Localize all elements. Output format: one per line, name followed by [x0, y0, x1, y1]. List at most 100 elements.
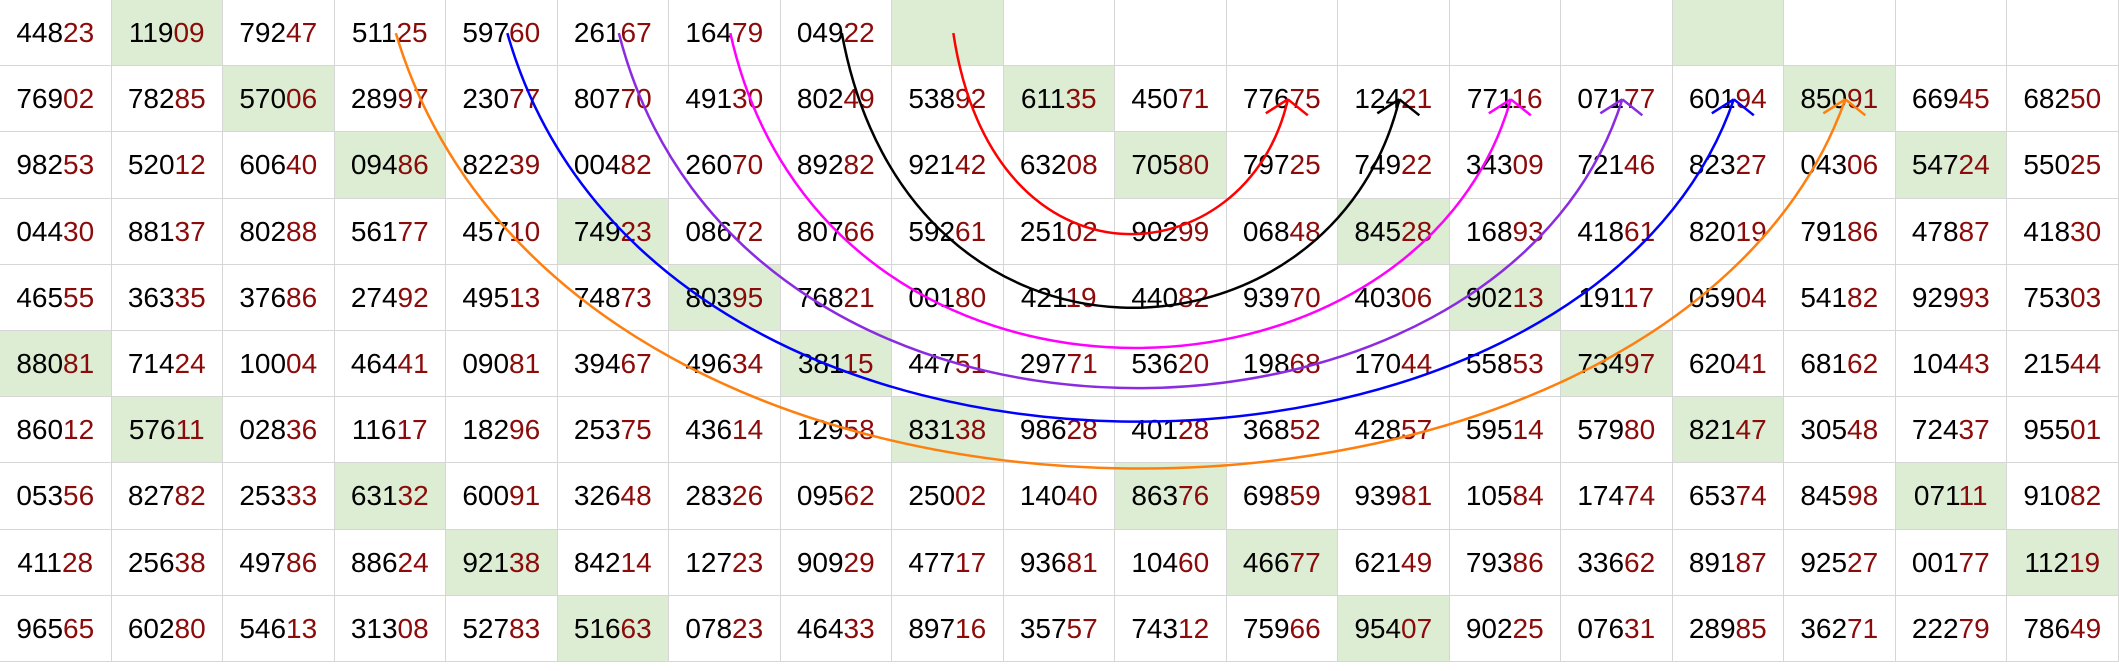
cell-suffix: 41 [397, 348, 429, 379]
cell-prefix: 043 [1800, 149, 1848, 181]
grid-cell: 82239 [446, 132, 558, 199]
cell-prefix: 105 [1465, 480, 1513, 512]
cell-prefix: 705 [1131, 149, 1179, 181]
grid-cell: 56177 [334, 198, 446, 265]
grid-cell [1003, 0, 1115, 67]
cell-suffix: 71 [1847, 612, 1879, 644]
cell-prefix: 215 [2023, 348, 2071, 379]
cell-prefix: 403 [1354, 281, 1402, 313]
grid-cell: 10004 [223, 331, 335, 398]
cell-prefix: 600 [462, 480, 510, 512]
grid-cell: 68162 [1784, 331, 1896, 398]
cell-prefix: 910 [2023, 480, 2071, 512]
cell-suffix: 88 [286, 215, 318, 247]
cell-prefix: 326 [573, 480, 621, 512]
grid-cell: 18296 [446, 397, 558, 464]
grid-cell: 44751 [892, 331, 1004, 398]
cell-suffix: 37 [174, 215, 206, 247]
cell-suffix: 82 [174, 480, 206, 512]
grid-cell: 79247 [223, 0, 335, 67]
cell-prefix: 802 [239, 215, 287, 247]
cell-suffix: 06 [1401, 281, 1433, 313]
cell-prefix: 721 [1577, 149, 1625, 181]
cell-prefix: 749 [1354, 149, 1402, 181]
cell-prefix: 880 [16, 348, 64, 379]
cell-prefix: 044 [16, 215, 64, 247]
grid-cell: 60091 [446, 463, 558, 530]
cell-prefix: 520 [127, 149, 175, 181]
grid-cell: 98628 [1003, 397, 1115, 464]
grid-cell: 79386 [1449, 529, 1561, 596]
grid-cell: 19868 [1226, 331, 1338, 398]
cell-suffix: 24 [1958, 149, 1990, 181]
grid-cell: 65374 [1672, 463, 1784, 530]
cell-suffix: 32 [397, 480, 429, 512]
cell-suffix: 30 [732, 83, 764, 115]
grid-cell: 76902 [0, 66, 112, 133]
grid-cell: 05904 [1672, 264, 1784, 331]
grid-cell: 07631 [1561, 595, 1673, 662]
grid-cell: 78285 [111, 66, 223, 133]
grid-cell: 36852 [1226, 397, 1338, 464]
cell-prefix: 116 [351, 414, 397, 446]
cell-suffix: 48 [620, 480, 652, 512]
grid-cell: 07177 [1561, 66, 1673, 133]
cell-suffix: 82 [2070, 480, 2102, 512]
grid-cell: 85091 [1784, 66, 1896, 133]
cell-prefix: 606 [239, 149, 287, 181]
grid-cell: 08672 [669, 198, 781, 265]
cell-prefix: 465 [16, 281, 64, 313]
cell-prefix: 297 [1019, 348, 1067, 379]
grid-cell: 59760 [446, 0, 558, 67]
cell-prefix: 004 [573, 149, 621, 181]
grid-cell: 80395 [669, 264, 781, 331]
cell-prefix: 802 [796, 83, 844, 115]
cell-prefix: 620 [1688, 348, 1736, 379]
grid-cell: 54613 [223, 595, 335, 662]
cell-prefix: 313 [350, 612, 398, 644]
cell-suffix: 93 [1958, 281, 1990, 313]
cell-suffix: 09 [1512, 149, 1544, 181]
cell-suffix: 30 [63, 215, 95, 247]
cell-prefix: 595 [1465, 414, 1513, 446]
cell-suffix: 09 [173, 17, 205, 48]
grid-cell: 93681 [1003, 529, 1115, 596]
grid-cell: 10460 [1115, 529, 1227, 596]
grid-cell [1115, 0, 1227, 67]
grid-cell: 41128 [0, 529, 112, 596]
cell-suffix: 47 [1735, 414, 1767, 446]
grid-cell: 42119 [1003, 264, 1115, 331]
cell-suffix: 13 [509, 281, 541, 313]
grid-cell: 74312 [1115, 595, 1227, 662]
grid-cell: 49130 [669, 66, 781, 133]
cell-prefix: 495 [462, 281, 510, 313]
cell-suffix: 31 [1624, 612, 1656, 644]
grid-cell: 52783 [446, 595, 558, 662]
cell-prefix: 448 [16, 17, 64, 48]
cell-prefix: 411 [17, 546, 62, 578]
cell-suffix: 91 [1847, 83, 1879, 115]
grid-cell: 89716 [892, 595, 1004, 662]
cell-suffix: 71 [1178, 83, 1210, 115]
cell-suffix: 47 [286, 17, 318, 48]
grid-cell: 63208 [1003, 132, 1115, 199]
grid-cell: 72437 [1895, 397, 2007, 464]
cell-prefix: 831 [908, 414, 956, 446]
grid-cell: 39467 [557, 331, 669, 398]
cell-prefix: 939 [1242, 281, 1290, 313]
cell-suffix: 43 [1958, 348, 1990, 379]
cell-suffix: 24 [174, 348, 206, 379]
cell-suffix: 34 [732, 348, 764, 379]
cell-suffix: 51 [955, 348, 987, 379]
cell-prefix: 793 [1465, 546, 1513, 578]
cell-suffix: 29 [843, 546, 875, 578]
cell-prefix: 570 [239, 83, 287, 115]
cell-suffix: 07 [1401, 612, 1433, 644]
grid-cell: 80770 [557, 66, 669, 133]
grid-cell: 45710 [446, 198, 558, 265]
cell-prefix: 886 [350, 546, 398, 578]
cell-suffix: 49 [1401, 546, 1433, 578]
grid-cell: 62041 [1672, 331, 1784, 398]
cell-prefix: 104 [1131, 546, 1179, 578]
cell-prefix: 803 [685, 281, 733, 313]
